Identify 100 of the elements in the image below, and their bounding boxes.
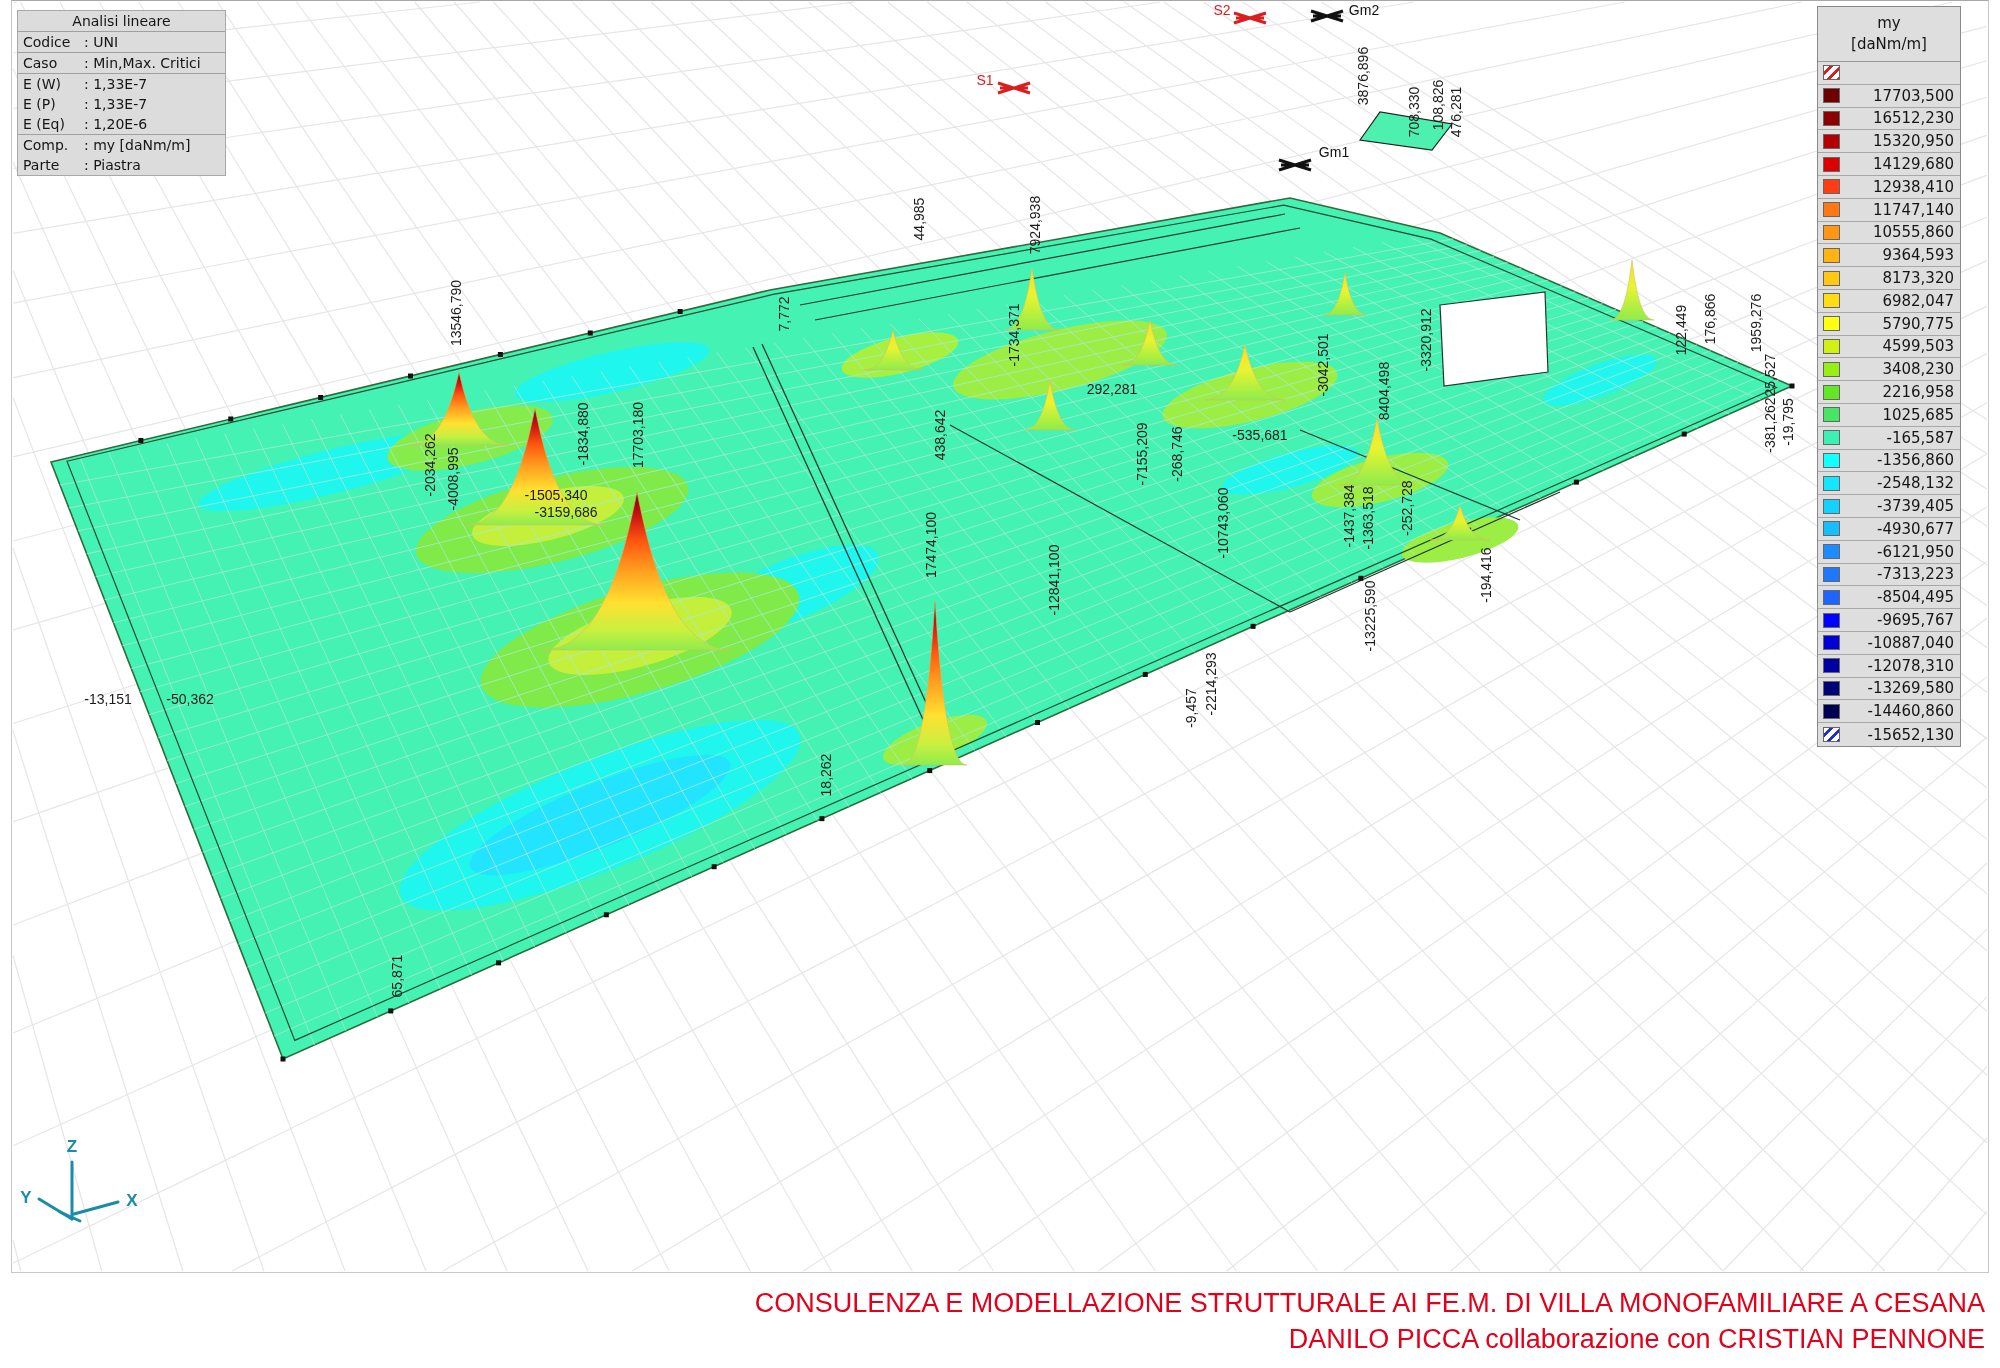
axis-label: Y: [20, 1189, 32, 1207]
value-label: -3159,686: [534, 504, 598, 520]
legend-value: -8504,495: [1877, 588, 1955, 607]
value-label: -1505,340: [524, 487, 588, 503]
legend-value: -9695,767: [1877, 611, 1955, 629]
legend-value: 11747,140: [1872, 200, 1955, 219]
value-label: -268,746: [1169, 426, 1185, 482]
value-label: 17703,180: [630, 401, 646, 469]
value-label: -1437,384: [1341, 484, 1357, 548]
value-label: -7155,209: [1134, 422, 1150, 486]
field-value: : 1,20E-6: [84, 115, 148, 134]
value-label: 438,642: [932, 409, 948, 461]
field-label: Caso: [23, 54, 59, 73]
stress-peak: [1609, 259, 1655, 321]
value-label: -12841,100: [1046, 544, 1062, 616]
legend-value: -13269,580: [1867, 679, 1955, 698]
legend-unit: [daNm/m]: [1851, 34, 1927, 55]
legend-value: -2548,132: [1877, 474, 1955, 493]
legend-value: -1356,860: [1877, 451, 1955, 470]
legend-value: 4599,503: [1882, 337, 1955, 356]
field-label: E (Eq): [23, 115, 66, 134]
axis-label: X: [126, 1192, 138, 1210]
value-label: -252,728: [1399, 480, 1415, 536]
legend-value: -15652,130: [1867, 725, 1955, 744]
stress-peak: [1121, 319, 1179, 366]
axis-label: Z: [66, 1138, 78, 1156]
value-label: -50,362: [166, 691, 214, 707]
field-label: E (P): [23, 95, 57, 114]
legend-value: -7313,223: [1877, 565, 1955, 584]
value-label: -3042,501: [1315, 333, 1331, 397]
value-label: 476,281: [1448, 86, 1464, 138]
value-label: -1363,518: [1360, 486, 1376, 550]
legend-value: 16512,230: [1872, 109, 1955, 128]
value-label: -381,262: [1762, 397, 1778, 453]
project-title: CONSULENZA E MODELLAZIONE STRUTTURALE AI FE.M. DI VILLA MONOFAMILIARE A CESANA: [754, 1288, 1985, 1318]
value-label: 1959,276: [1748, 293, 1764, 353]
field-value: : Min,Max. Critici: [84, 54, 201, 73]
marker-label: S1: [976, 72, 994, 88]
field-label: Codice: [23, 33, 72, 52]
legend-value: 8173,320: [1882, 269, 1955, 288]
field-label: Parte: [23, 156, 61, 175]
field-label: Comp.: [23, 136, 70, 155]
legend-value: 10555,860: [1872, 223, 1955, 242]
value-label: 65,871: [389, 954, 405, 998]
value-label: -194,416: [1478, 547, 1494, 603]
legend-value: 14129,680: [1872, 155, 1955, 174]
axis-triad-icon: [36, 1160, 122, 1224]
field-value: : UNI: [84, 33, 118, 52]
panel-title: Analisi lineare: [18, 11, 225, 32]
stress-peak: [1429, 504, 1491, 541]
stress-peak: [1023, 379, 1077, 431]
value-label: 18,262: [818, 753, 834, 797]
legend-title: my: [1877, 13, 1901, 34]
value-label: 8404,498: [1376, 361, 1392, 421]
legend-value: 15320,950: [1872, 132, 1955, 151]
value-label: 7,772: [776, 296, 792, 332]
legend-value: 12938,410: [1872, 177, 1955, 196]
value-label: 122,449: [1673, 304, 1689, 356]
value-label: -19,795: [1780, 398, 1796, 446]
legend-value: -3739,405: [1877, 497, 1955, 516]
marker-label: Gm1: [1318, 144, 1350, 160]
value-label: -1734,371: [1006, 303, 1022, 367]
legend-value: 1025,685: [1882, 405, 1955, 424]
stress-peak: [1322, 271, 1368, 316]
value-label: 292,281: [1086, 381, 1138, 397]
value-label: 17474,100: [923, 511, 939, 579]
value-label: -535,681: [1232, 427, 1288, 443]
value-label: 176,866: [1702, 293, 1718, 345]
field-value: : my [daNm/m]: [84, 136, 191, 155]
value-label: 25,527: [1762, 353, 1778, 397]
legend-value: 5790,775: [1882, 314, 1955, 333]
value-label: 44,985: [911, 197, 927, 241]
value-label: -1834,880: [575, 402, 591, 466]
value-label: 13546,790: [448, 279, 464, 347]
value-label: -2034,262: [422, 433, 438, 497]
value-label: 708,330: [1406, 86, 1422, 138]
legend-value: 17703,500: [1872, 86, 1955, 105]
value-label: -9,457: [1183, 688, 1199, 728]
legend-value: -6121,950: [1877, 542, 1955, 561]
stress-peak: [862, 329, 924, 371]
value-label: -4008,995: [445, 447, 461, 511]
value-label: 3876,896: [1355, 46, 1371, 106]
legend-value: -14460,860: [1867, 702, 1955, 721]
legend-value: -165,587: [1886, 428, 1955, 447]
legend-value: 9364,593: [1882, 246, 1955, 265]
legend-value: 3408,230: [1882, 360, 1955, 379]
legend-value: 6982,047: [1882, 291, 1955, 310]
marker-label: Gm2: [1348, 2, 1380, 18]
value-label: -13225,590: [1362, 580, 1378, 652]
field-value: : 1,33E-7: [84, 95, 148, 114]
field-label: E (W): [23, 75, 63, 94]
value-label: -3320,912: [1418, 308, 1434, 372]
value-label: -13,151: [84, 691, 132, 707]
value-label: -2214,293: [1203, 652, 1219, 716]
marker-label: S2: [1213, 2, 1231, 18]
legend-value: -4930,677: [1877, 519, 1955, 538]
value-label: 108,826: [1430, 79, 1446, 131]
value-label: 7924,938: [1027, 195, 1043, 255]
legend-value: -12078,310: [1867, 656, 1955, 675]
field-value: : Piastra: [84, 156, 141, 175]
